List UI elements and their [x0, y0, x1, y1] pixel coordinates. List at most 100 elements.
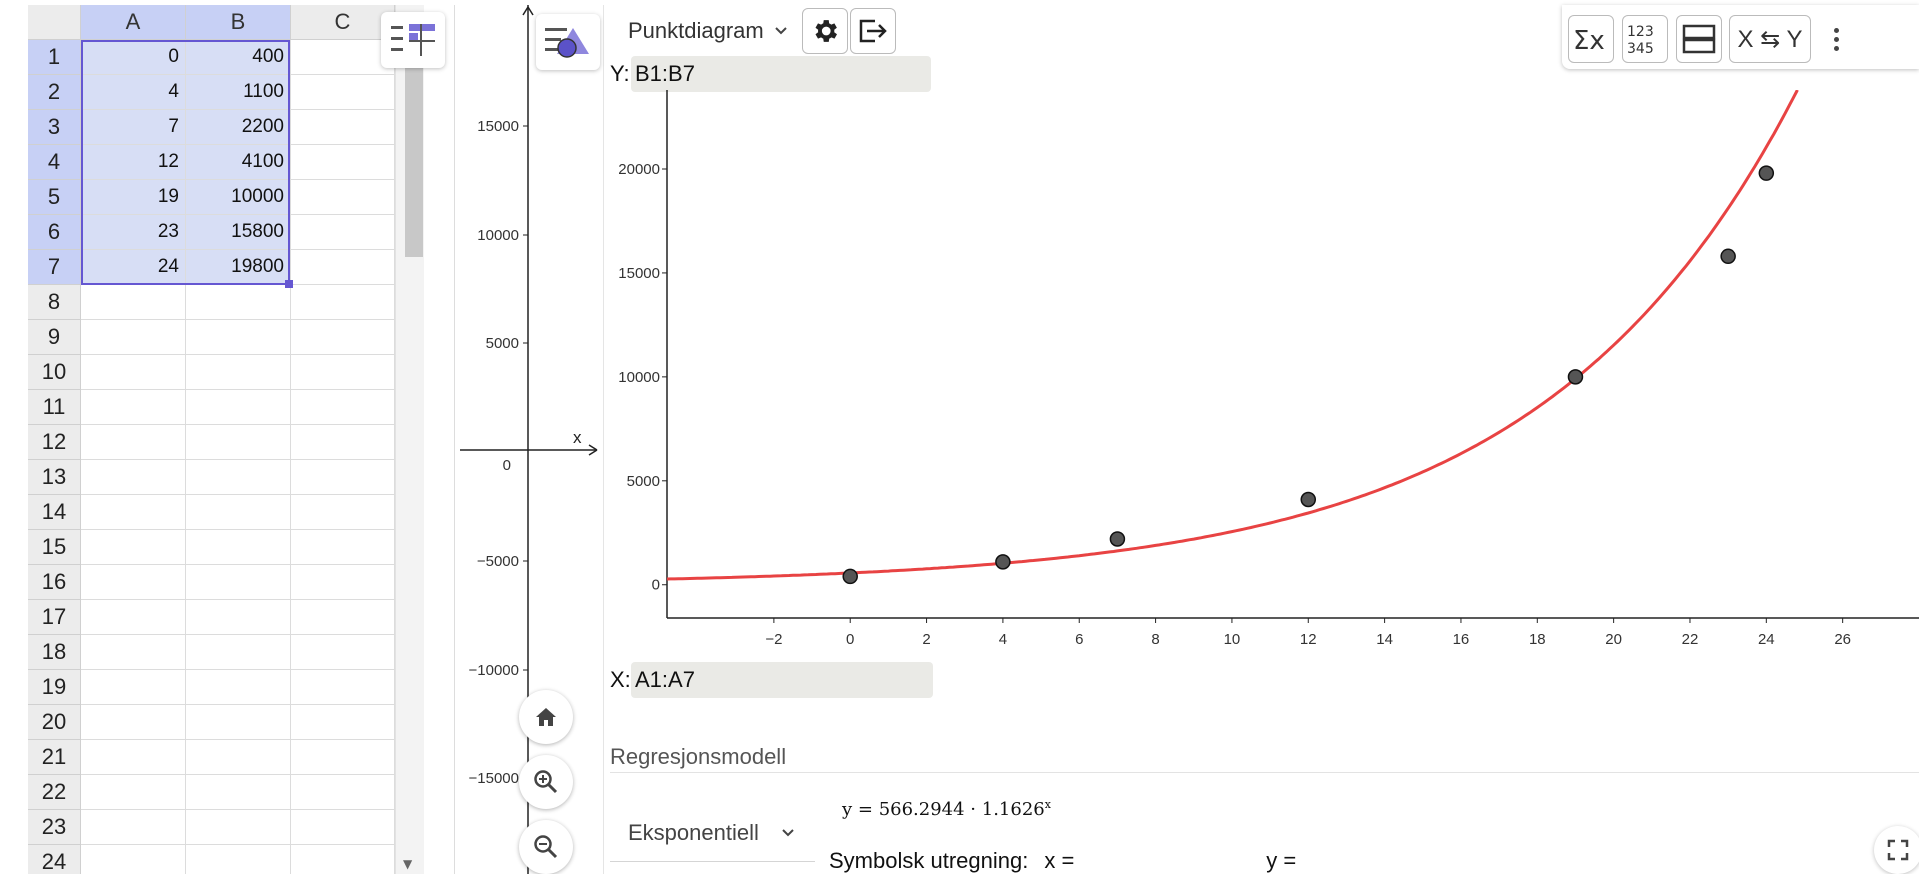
- row-header[interactable]: 18: [28, 635, 81, 670]
- spreadsheet-cell[interactable]: [291, 110, 395, 145]
- row-header[interactable]: 13: [28, 460, 81, 495]
- spreadsheet-cell[interactable]: [291, 460, 395, 495]
- spreadsheet-cell[interactable]: [291, 705, 395, 740]
- spreadsheet-cell[interactable]: [291, 600, 395, 635]
- data-table-button[interactable]: 123 345: [1622, 15, 1668, 63]
- spreadsheet-cell[interactable]: [186, 495, 291, 530]
- row-header[interactable]: 4: [28, 145, 81, 180]
- spreadsheet-cell[interactable]: 12: [81, 145, 186, 180]
- spreadsheet-cell[interactable]: [186, 320, 291, 355]
- zoom-in-button[interactable]: [519, 755, 573, 809]
- spreadsheet-cell[interactable]: 400: [186, 40, 291, 75]
- spreadsheet-cell[interactable]: [291, 75, 395, 110]
- spreadsheet-cell[interactable]: [81, 810, 186, 845]
- row-header[interactable]: 10: [28, 355, 81, 390]
- row-header[interactable]: 5: [28, 180, 81, 215]
- spreadsheet-cell[interactable]: [291, 250, 395, 285]
- spreadsheet-cell[interactable]: [186, 810, 291, 845]
- spreadsheet-cell[interactable]: 19800: [186, 250, 291, 285]
- export-button[interactable]: [850, 8, 896, 54]
- spreadsheet-cell[interactable]: 7: [81, 110, 186, 145]
- spreadsheet-cell[interactable]: [291, 775, 395, 810]
- spreadsheet-cell[interactable]: 19: [81, 180, 186, 215]
- spreadsheet-cell[interactable]: 24: [81, 250, 186, 285]
- spreadsheet-cell[interactable]: [81, 600, 186, 635]
- sheet-corner[interactable]: [28, 5, 81, 40]
- spreadsheet-cell[interactable]: [186, 845, 291, 874]
- spreadsheet-cell[interactable]: [81, 355, 186, 390]
- spreadsheet-cell[interactable]: [291, 740, 395, 775]
- swap-xy-button[interactable]: X ⇆ Y: [1729, 15, 1811, 63]
- spreadsheet-cell[interactable]: 4100: [186, 145, 291, 180]
- spreadsheet-cell[interactable]: [291, 145, 395, 180]
- spreadsheet-cell[interactable]: [291, 40, 395, 75]
- x-source-input[interactable]: A1:A7: [631, 662, 933, 698]
- spreadsheet-cell[interactable]: [291, 215, 395, 250]
- spreadsheet-cell[interactable]: [186, 775, 291, 810]
- spreadsheet-cell[interactable]: 15800: [186, 215, 291, 250]
- row-header[interactable]: 9: [28, 320, 81, 355]
- spreadsheet-cell[interactable]: [291, 495, 395, 530]
- spreadsheet-cell[interactable]: [291, 425, 395, 460]
- spreadsheet-cell[interactable]: [291, 180, 395, 215]
- spreadsheet-cell[interactable]: [81, 285, 186, 320]
- layout-button[interactable]: [1676, 15, 1722, 63]
- more-options-icon[interactable]: [1826, 21, 1846, 57]
- spreadsheet-scrollbar[interactable]: ▼: [395, 5, 424, 874]
- spreadsheet-cell[interactable]: [186, 635, 291, 670]
- fullscreen-button[interactable]: [1874, 826, 1919, 874]
- spreadsheet-cell[interactable]: [81, 740, 186, 775]
- spreadsheet-cell[interactable]: [81, 425, 186, 460]
- row-header[interactable]: 14: [28, 495, 81, 530]
- plot-type-dropdown[interactable]: Punktdiagram: [628, 14, 788, 48]
- spreadsheet-cell[interactable]: 0: [81, 40, 186, 75]
- spreadsheet-cell[interactable]: [291, 285, 395, 320]
- row-header[interactable]: 8: [28, 285, 81, 320]
- spreadsheet-cell[interactable]: [81, 495, 186, 530]
- symbolic-x-input[interactable]: [1090, 848, 1250, 874]
- spreadsheet-cell[interactable]: [81, 775, 186, 810]
- graphics-toolbar-button[interactable]: [536, 14, 600, 70]
- spreadsheet-cell[interactable]: 1100: [186, 75, 291, 110]
- spreadsheet-cell[interactable]: [186, 355, 291, 390]
- spreadsheet-cell[interactable]: [186, 390, 291, 425]
- row-header[interactable]: 11: [28, 390, 81, 425]
- row-header[interactable]: 22: [28, 775, 81, 810]
- symbolic-y-input[interactable]: [1312, 848, 1462, 874]
- home-button[interactable]: [519, 690, 573, 744]
- fill-handle[interactable]: [285, 280, 293, 288]
- column-header-a[interactable]: A: [81, 5, 186, 40]
- column-header-b[interactable]: B: [186, 5, 291, 40]
- spreadsheet-cell[interactable]: [81, 670, 186, 705]
- spreadsheet-cell[interactable]: [291, 845, 395, 874]
- spreadsheet-cell[interactable]: [81, 635, 186, 670]
- spreadsheet-cell[interactable]: [291, 635, 395, 670]
- y-source-input[interactable]: B1:B7: [631, 56, 931, 92]
- row-header[interactable]: 23: [28, 810, 81, 845]
- row-header[interactable]: 6: [28, 215, 81, 250]
- spreadsheet-cell[interactable]: [291, 320, 395, 355]
- spreadsheet-cell[interactable]: [186, 285, 291, 320]
- spreadsheet-cell[interactable]: [291, 670, 395, 705]
- statistics-button[interactable]: Σx: [1568, 15, 1614, 63]
- spreadsheet-cell[interactable]: [291, 530, 395, 565]
- row-header[interactable]: 16: [28, 565, 81, 600]
- row-header[interactable]: 20: [28, 705, 81, 740]
- spreadsheet-cell[interactable]: [291, 390, 395, 425]
- row-header[interactable]: 12: [28, 425, 81, 460]
- spreadsheet-cell[interactable]: [81, 565, 186, 600]
- spreadsheet-cell[interactable]: [291, 565, 395, 600]
- spreadsheet-cell[interactable]: [81, 530, 186, 565]
- spreadsheet-cell[interactable]: [291, 355, 395, 390]
- spreadsheet-cell[interactable]: [186, 705, 291, 740]
- row-header[interactable]: 1: [28, 40, 81, 75]
- spreadsheet-cell[interactable]: [291, 810, 395, 845]
- spreadsheet-cell[interactable]: [186, 460, 291, 495]
- scatter-chart[interactable]: −2 0 2 4 6 8 10 12 14 16 18 20 22 24 26050001000015000…: [610, 90, 1919, 650]
- row-header[interactable]: 17: [28, 600, 81, 635]
- row-header[interactable]: 3: [28, 110, 81, 145]
- spreadsheet-cell[interactable]: 23: [81, 215, 186, 250]
- spreadsheet-cell[interactable]: [186, 565, 291, 600]
- settings-button[interactable]: [802, 8, 848, 54]
- spreadsheet-toolbar-button[interactable]: [381, 12, 445, 68]
